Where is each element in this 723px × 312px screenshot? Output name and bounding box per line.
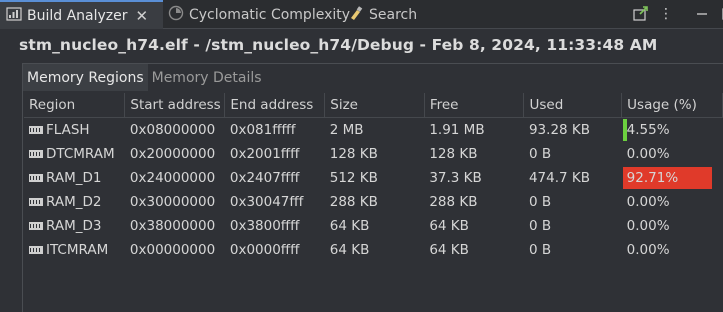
- search-icon: [348, 5, 364, 25]
- subtab-bar: Memory Regions Memory Details: [23, 64, 723, 91]
- used: 0 B: [528, 146, 552, 162]
- tab-label: Search: [369, 6, 418, 23]
- start-address: 0x38000000: [129, 218, 216, 234]
- size: 2 MB: [329, 122, 364, 138]
- memory-region-icon: [29, 174, 43, 182]
- table-row[interactable]: RAM_D1 0x24000000 0x2407ffff 512 KB 37.3…: [24, 166, 723, 190]
- free: 288 KB: [429, 194, 478, 210]
- region-name: FLASH: [46, 122, 90, 138]
- end-address: 0x30047fff: [229, 194, 304, 210]
- size: 288 KB: [329, 194, 378, 210]
- table-header-row: Region Start address End address Size Fr…: [24, 93, 723, 118]
- end-address: 0x3800ffff: [229, 218, 300, 234]
- size: 128 KB: [329, 146, 378, 162]
- memory-panel: Memory Regions Memory Details Region Sta…: [22, 63, 723, 312]
- used: 474.7 KB: [528, 170, 591, 186]
- column-header-usage[interactable]: Usage (%): [621, 93, 723, 118]
- maximize-icon[interactable]: [717, 3, 723, 25]
- size: 64 KB: [329, 242, 370, 258]
- tab-memory-details[interactable]: Memory Details: [148, 64, 266, 91]
- tab-label: Build Analyzer: [27, 7, 128, 24]
- free: 64 KB: [429, 242, 469, 258]
- view-tab-bar: Build Analyzer ✕ Cyclomatic Complexity S…: [0, 0, 723, 29]
- used: 0 B: [528, 242, 552, 258]
- column-header-end-address[interactable]: End address: [224, 93, 326, 118]
- start-address: 0x30000000: [129, 194, 216, 210]
- table-row[interactable]: RAM_D2 0x30000000 0x30047fff 288 KB 288 …: [24, 190, 723, 214]
- table-row[interactable]: ITCMRAM 0x00000000 0x0000ffff 64 KB 64 K…: [24, 238, 723, 262]
- build-analyzer-icon: [6, 6, 22, 26]
- memory-regions-table: Region Start address End address Size Fr…: [24, 93, 723, 262]
- usage-percent: 0.00%: [626, 194, 670, 210]
- start-address: 0x24000000: [129, 170, 216, 186]
- memory-region-icon: [29, 150, 43, 158]
- end-address: 0x2407ffff: [229, 170, 300, 186]
- size: 64 KB: [329, 218, 370, 234]
- free: 64 KB: [429, 218, 469, 234]
- end-address: 0x2001ffff: [229, 146, 300, 162]
- free: 1.91 MB: [429, 122, 485, 138]
- used: 0 B: [528, 218, 552, 234]
- region-name: DTCMRAM: [46, 146, 115, 162]
- start-address: 0x00000000: [129, 242, 216, 258]
- start-address: 0x20000000: [129, 146, 216, 162]
- tab-label: Cyclomatic Complexity: [189, 6, 351, 23]
- size: 512 KB: [329, 170, 378, 186]
- region-name: RAM_D3: [46, 218, 102, 234]
- view-toolbar: ⋮: [629, 3, 723, 25]
- table-row[interactable]: DTCMRAM 0x20000000 0x2001ffff 128 KB 128…: [24, 142, 723, 166]
- end-address: 0x0000ffff: [229, 242, 300, 258]
- free: 37.3 KB: [429, 170, 482, 186]
- memory-region-icon: [29, 222, 43, 230]
- pin-view-icon[interactable]: [629, 3, 651, 25]
- tab-search[interactable]: Search: [348, 0, 417, 29]
- region-name: RAM_D1: [46, 170, 102, 186]
- column-header-used[interactable]: Used: [523, 93, 623, 118]
- usage-percent: 0.00%: [626, 242, 670, 258]
- memory-region-icon: [29, 198, 43, 206]
- end-address: 0x081fffff: [229, 122, 296, 138]
- free: 128 KB: [429, 146, 478, 162]
- tab-memory-regions[interactable]: Memory Regions: [23, 64, 148, 91]
- memory-region-icon: [29, 126, 43, 134]
- used: 0 B: [528, 194, 552, 210]
- table-row[interactable]: FLASH 0x08000000 0x081fffff 2 MB 1.91 MB…: [24, 118, 723, 143]
- close-tab-icon[interactable]: ✕: [136, 7, 149, 25]
- cyclomatic-complexity-icon: [168, 5, 184, 25]
- column-header-free[interactable]: Free: [424, 93, 525, 118]
- start-address: 0x08000000: [129, 122, 216, 138]
- usage-percent: 0.00%: [626, 146, 670, 162]
- region-name: ITCMRAM: [46, 242, 109, 258]
- column-header-start-address[interactable]: Start address: [124, 93, 226, 118]
- tab-cyclomatic-complexity[interactable]: Cyclomatic Complexity: [168, 0, 350, 29]
- minimize-icon[interactable]: [691, 3, 713, 25]
- usage-percent: 92.71%: [626, 170, 679, 186]
- view-menu-icon[interactable]: ⋮: [655, 3, 677, 25]
- page-title: stm_nucleo_h74.elf - /stm_nucleo_h74/Deb…: [19, 36, 658, 54]
- column-header-size[interactable]: Size: [324, 93, 425, 118]
- column-header-region[interactable]: Region: [24, 93, 126, 118]
- usage-percent: 0.00%: [626, 218, 670, 234]
- region-name: RAM_D2: [46, 194, 102, 210]
- used: 93.28 KB: [528, 122, 591, 138]
- table-row[interactable]: RAM_D3 0x38000000 0x3800ffff 64 KB 64 KB…: [24, 214, 723, 238]
- tab-build-analyzer[interactable]: Build Analyzer ✕: [0, 0, 163, 29]
- memory-region-icon: [29, 246, 43, 254]
- usage-percent: 4.55%: [626, 122, 670, 138]
